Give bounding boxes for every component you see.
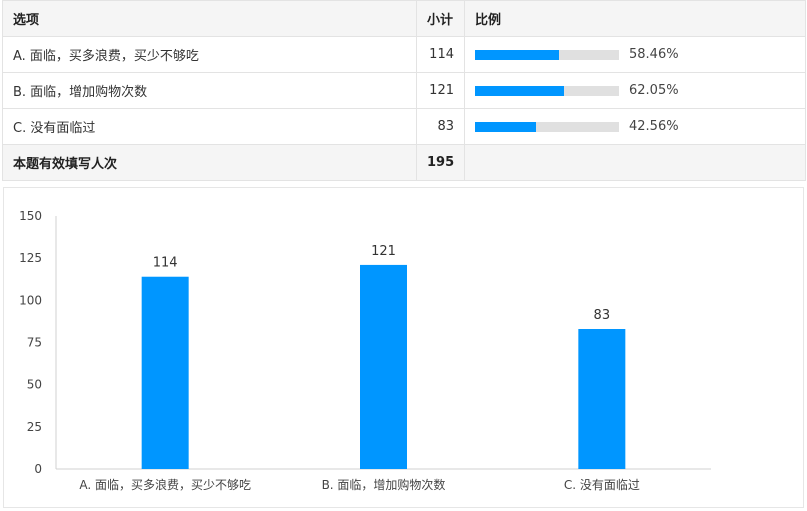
x-tick-label: C. 没有面临过	[564, 477, 640, 492]
table-row: B. 面临，增加购物次数 121 62.05%	[2, 72, 806, 109]
y-tick-label: 75	[27, 336, 42, 350]
option-label: B. 面临，增加购物次数	[2, 72, 417, 109]
table-total-row: 本题有效填写人次 195	[2, 144, 806, 181]
ratio-bar-fill	[475, 49, 560, 60]
bar-chart: 0 25 50 75 100 125 150 114 A. 面临，买多浪费，买少不够吃 121 B.…	[19, 209, 711, 492]
ratio-bar-track	[475, 121, 619, 132]
y-tick-label: 100	[19, 293, 42, 307]
option-count: 121	[416, 72, 465, 109]
bar	[141, 276, 189, 469]
data-label: 83	[594, 308, 611, 323]
option-label: C. 没有面临过	[2, 108, 417, 145]
ratio-percent: 42.56%	[629, 119, 679, 134]
x-tick-label: A. 面临，买多浪费，买少不够吃	[79, 477, 251, 492]
ratio-percent: 62.05%	[629, 83, 679, 98]
header-count: 小计	[416, 0, 465, 37]
header-option: 选项	[2, 0, 417, 37]
option-label: A. 面临，买多浪费，买少不够吃	[2, 36, 417, 73]
bar-chart-panel: 0 25 50 75 100 125 150 114 A. 面临，买多浪费，买少不够吃 121 B.…	[3, 187, 804, 508]
ratio-bar-fill	[475, 85, 565, 96]
table-row: A. 面临，买多浪费，买少不够吃 114 58.46%	[2, 36, 806, 73]
data-label: 114	[153, 256, 178, 271]
ratio-cell: 42.56%	[464, 108, 806, 145]
ratio-bar-track	[475, 49, 619, 60]
results-table: 选项 小计 比例 A. 面临，买多浪费，买少不够吃 114 58.46% B. …	[2, 0, 806, 181]
y-tick-label: 50	[27, 378, 42, 392]
total-count: 195	[416, 144, 465, 181]
ratio-percent: 58.46%	[629, 47, 679, 62]
y-tick-label: 0	[34, 462, 42, 476]
total-empty-cell	[464, 144, 806, 181]
y-tick-label: 125	[19, 251, 42, 265]
table-header-row: 选项 小计 比例	[2, 0, 806, 37]
bar	[360, 264, 407, 469]
y-tick-label: 150	[19, 209, 42, 223]
total-label: 本题有效填写人次	[2, 144, 417, 181]
ratio-bar-fill	[475, 121, 537, 132]
ratio-bar-track	[475, 85, 619, 96]
data-label: 121	[371, 244, 396, 259]
table-row: C. 没有面临过 83 42.56%	[2, 108, 806, 145]
option-count: 83	[416, 108, 465, 145]
ratio-cell: 58.46%	[464, 36, 806, 73]
header-ratio: 比例	[464, 0, 806, 37]
ratio-cell: 62.05%	[464, 72, 806, 109]
y-tick-label: 25	[27, 420, 42, 434]
bar	[578, 329, 626, 469]
x-tick-label: B. 面临，增加购物次数	[322, 477, 446, 492]
option-count: 114	[416, 36, 465, 73]
